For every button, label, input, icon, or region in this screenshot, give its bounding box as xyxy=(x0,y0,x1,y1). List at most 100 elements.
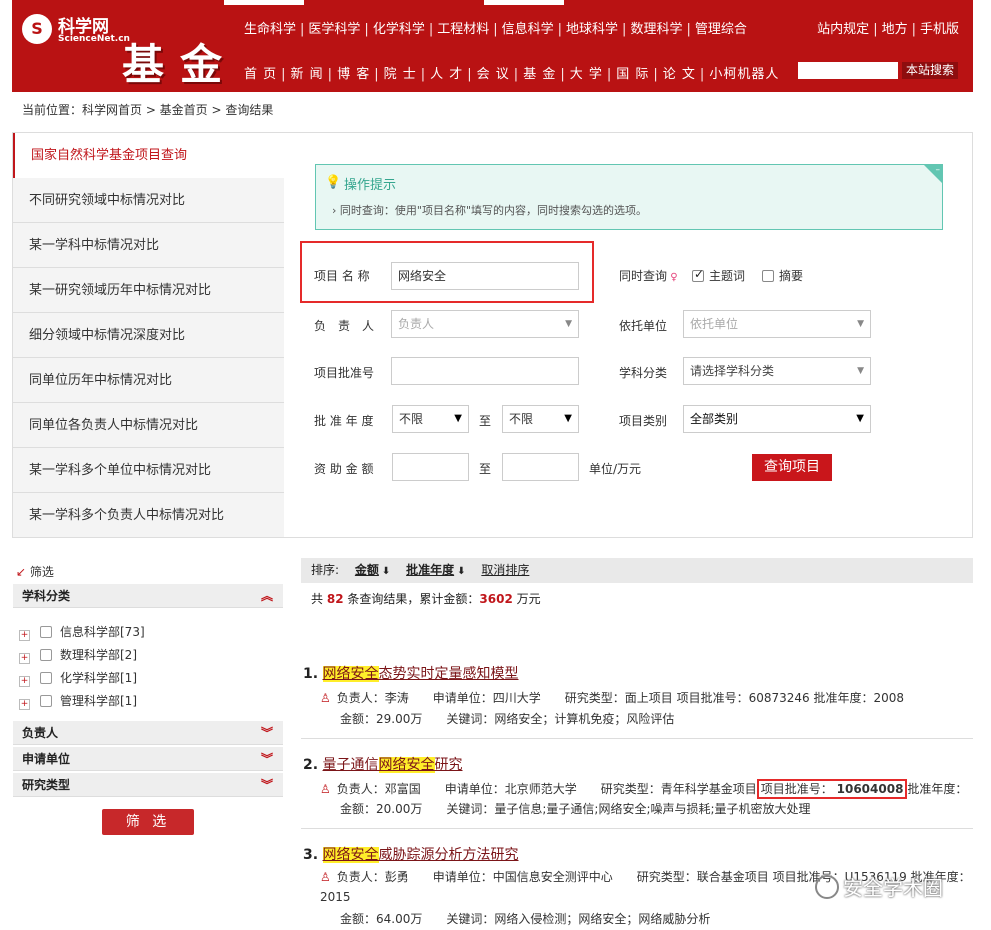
amount-to-sep: 至 xyxy=(479,462,492,476)
main-nav-item[interactable]: 博 客 xyxy=(337,67,370,82)
sidebar-item[interactable]: 某一学科中标情况对比 xyxy=(13,223,284,268)
subject-select[interactable]: 请选择学科分类 ▼ xyxy=(683,357,871,385)
nav-separator: | xyxy=(420,67,427,82)
sort-bar: 排序: 金额 ⬇ 批准年度 ⬇ 取消排序 xyxy=(301,558,973,583)
header-tab-strip xyxy=(224,0,304,5)
sort-year[interactable]: 批准年度 ⬇ xyxy=(406,563,465,577)
year-to-select[interactable]: 不限 ▼ xyxy=(502,405,579,433)
abstract-checkbox[interactable] xyxy=(762,270,774,282)
sidebar: 国家自然科学基金项目查询 不同研究领域中标情况对比 某一学科中标情况对比 某一研究领域… xyxy=(13,133,284,538)
tip-close-icon[interactable]: – xyxy=(936,165,941,175)
sidebar-item[interactable]: 某一学科多个负责人中标情况对比 xyxy=(13,493,284,538)
main-nav-item[interactable]: 首 页 xyxy=(244,67,277,82)
cancel-sort-link[interactable]: 取消排序 xyxy=(481,563,529,577)
query-form: 💡 操作提示 › 同时查询：使用"项目名称"填写的内容，同时搜索勾选的选项。 –… xyxy=(284,133,972,537)
subject-nav-item[interactable]: 生命科学 xyxy=(244,22,296,37)
subject-nav-item[interactable]: 化学科学 xyxy=(373,22,425,37)
result-meta2: 金额：64.00万 关键词：网络入侵检测；网络安全；网络威胁分析 xyxy=(340,912,711,926)
expand-plus-icon[interactable]: + xyxy=(19,699,30,710)
nav-separator: | xyxy=(300,22,305,37)
result-meta2: 金额：20.00万 关键词：量子信息;量子通信;网络安全;噪声与损耗;量子机密放… xyxy=(340,802,811,816)
chevron-up-icon: ︽ xyxy=(260,589,273,603)
leader-select[interactable]: 负责人 ▼ xyxy=(391,310,579,338)
sidebar-item[interactable]: 某一研究领域历年中标情况对比 xyxy=(13,268,284,313)
result-link[interactable]: 量子通信网络安全研究 xyxy=(323,757,463,773)
main-nav-item[interactable]: 基 金 xyxy=(523,67,556,82)
simul-query-label: 同时查询 ♀ xyxy=(619,269,678,283)
nav-separator: | xyxy=(513,67,520,82)
main-nav-item[interactable]: 论 文 xyxy=(663,67,696,82)
logo-icon[interactable]: S xyxy=(22,14,52,44)
sort-label: 排序: xyxy=(311,563,340,577)
main-nav-item[interactable]: 新 闻 xyxy=(291,67,324,82)
nav-separator: | xyxy=(467,67,473,82)
subject-nav-item[interactable]: 医学科学 xyxy=(308,22,360,37)
section-title: 基金 xyxy=(122,40,239,89)
filter-button[interactable]: 筛 选 xyxy=(102,809,194,835)
type-select[interactable]: 全部类别 ▼ xyxy=(683,405,871,433)
project-name-input[interactable]: 网络安全 xyxy=(391,262,579,290)
keyword-checkbox[interactable] xyxy=(692,267,704,282)
expand-plus-icon[interactable]: + xyxy=(19,653,30,664)
top-link[interactable]: 地方 xyxy=(882,22,908,37)
filter-subject-item[interactable]: + 管理科学部[1] xyxy=(19,692,137,710)
amount-from-input[interactable] xyxy=(392,453,469,481)
approval-no-input[interactable] xyxy=(391,357,579,385)
query-panel: 国家自然科学基金项目查询 不同研究领域中标情况对比 某一学科中标情况对比 某一研究领域… xyxy=(12,132,973,538)
sidebar-item[interactable]: 某一学科多个单位中标情况对比 xyxy=(13,448,284,493)
chevron-down-icon: ︾ xyxy=(260,778,273,792)
nav-separator: | xyxy=(364,22,369,37)
lightbulb-icon: 💡 xyxy=(325,175,342,190)
main-nav-item[interactable]: 会 议 xyxy=(477,67,510,82)
main-nav-item[interactable]: 小柯机器人 xyxy=(709,67,779,82)
expand-plus-icon[interactable]: + xyxy=(19,630,30,641)
main-nav-item[interactable]: 人 才 xyxy=(430,67,463,82)
filter-checkbox[interactable] xyxy=(40,695,52,707)
opt-keyword[interactable]: 主题词 xyxy=(692,267,745,284)
opt-abstract[interactable]: 摘要 xyxy=(762,267,803,284)
result-link[interactable]: 网络安全态势实时定量感知模型 xyxy=(322,666,519,682)
subject-nav-item[interactable]: 管理综合 xyxy=(695,22,747,37)
filter-subject-header[interactable]: 学科分类 ︽ xyxy=(13,584,283,608)
filter-checkbox[interactable] xyxy=(40,626,52,638)
nav-separator: | xyxy=(281,67,287,82)
query-button[interactable]: 查询项目 xyxy=(752,454,832,481)
sidebar-item[interactable]: 同单位历年中标情况对比 xyxy=(13,358,284,403)
watermark: 安全学术圈 xyxy=(815,872,943,901)
result-link[interactable]: 网络安全威胁踪源分析方法研究 xyxy=(322,847,519,863)
main-nav-item[interactable]: 大 学 xyxy=(570,67,603,82)
sidebar-item[interactable]: 不同研究领域中标情况对比 xyxy=(13,178,284,223)
subject-nav-item[interactable]: 工程材料 xyxy=(437,22,489,37)
site-search-button[interactable]: 本站搜索 xyxy=(902,62,958,79)
amount-to-input[interactable] xyxy=(502,453,579,481)
filter-subject-item[interactable]: + 化学科学部[1] xyxy=(19,669,137,687)
filter-subject-item[interactable]: + 信息科学部[73] xyxy=(19,623,145,641)
filter-block-header[interactable]: 申请单位 ︾ xyxy=(13,747,283,771)
top-link[interactable]: 手机版 xyxy=(920,22,959,37)
subject-nav-item[interactable]: 信息科学 xyxy=(502,22,554,37)
sidebar-item[interactable]: 国家自然科学基金项目查询 xyxy=(13,133,284,178)
filter-subject-item[interactable]: + 数理科学部[2] xyxy=(19,646,137,664)
top-link[interactable]: 站内规定 xyxy=(817,22,869,37)
main-nav-item[interactable]: 国 际 xyxy=(616,67,649,82)
sidebar-item[interactable]: 同单位各负责人中标情况对比 xyxy=(13,403,284,448)
sort-amount[interactable]: 金额 ⬇ xyxy=(355,563,390,577)
filter-block-label: 研究类型 xyxy=(22,778,71,792)
filter-block-header[interactable]: 研究类型 ︾ xyxy=(13,773,283,797)
sidebar-item[interactable]: 细分领域中标情况深度对比 xyxy=(13,313,284,358)
unit-select[interactable]: 依托单位 ▼ xyxy=(683,310,871,338)
expand-plus-icon[interactable]: + xyxy=(19,676,30,687)
filter-checkbox[interactable] xyxy=(40,672,52,684)
filter-block-header[interactable]: 负责人 ︾ xyxy=(13,721,283,745)
hint-icon: ♀ xyxy=(667,272,678,283)
subject-nav-item[interactable]: 地球科学 xyxy=(566,22,618,37)
site-search-input[interactable] xyxy=(798,62,898,79)
result-title: 3. 网络安全威胁踪源分析方法研究 xyxy=(303,847,519,863)
person-icon: ♙ xyxy=(320,870,331,884)
nav-separator: | xyxy=(686,22,691,37)
main-nav-item[interactable]: 院 士 xyxy=(384,67,417,82)
project-name-label: 项目 名 称 xyxy=(314,269,370,283)
subject-nav-item[interactable]: 数理科学 xyxy=(630,22,682,37)
filter-checkbox[interactable] xyxy=(40,649,52,661)
year-from-select[interactable]: 不限 ▼ xyxy=(392,405,469,433)
